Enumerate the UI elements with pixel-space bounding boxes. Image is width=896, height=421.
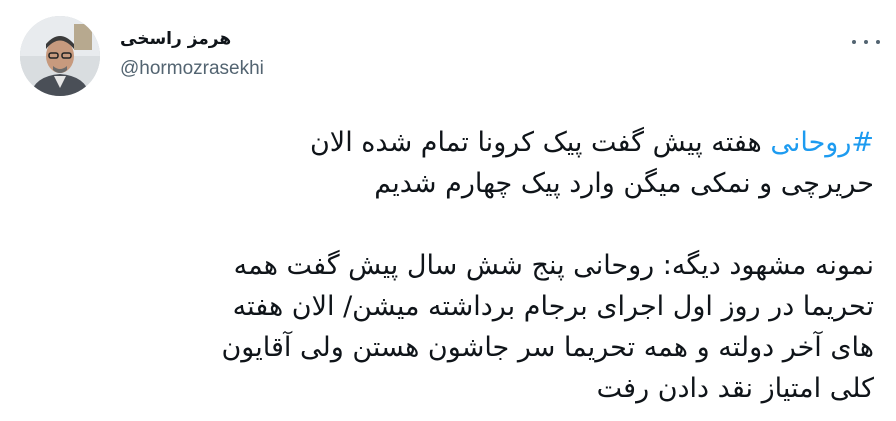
tweet-card: هرمز راسخی @hormozrasekhi #روحانی هفته پ… bbox=[0, 0, 896, 421]
hashtag-link[interactable]: #روحانی bbox=[770, 127, 874, 158]
display-name[interactable]: هرمز راسخی bbox=[120, 28, 264, 50]
tweet-line: حریرچی و نمکی میگن وارد پیک چهارم شدیم bbox=[374, 168, 874, 199]
tweet-line: تحریما در روز اول اجرای برجام برداشته می… bbox=[232, 291, 874, 322]
more-dot bbox=[864, 40, 868, 44]
tweet-line-text: هفته پیش گفت پیک کرونا تمام شده الان bbox=[309, 127, 771, 158]
tweet-line: نمونه مشهود دیگه: روحانی پنج شش سال پیش … bbox=[233, 250, 874, 281]
tweet-line: های آخر دولته و همه تحریما سر جاشون هستن… bbox=[221, 332, 874, 363]
avatar[interactable] bbox=[20, 16, 100, 96]
tweet-header: هرمز راسخی @hormozrasekhi bbox=[20, 16, 880, 96]
more-horizontal-icon[interactable] bbox=[852, 32, 880, 52]
more-dot bbox=[876, 40, 880, 44]
tweet-line: #روحانی هفته پیش گفت پیک کرونا تمام شده … bbox=[54, 122, 874, 163]
avatar-photo bbox=[20, 16, 100, 96]
tweet-line: کلی امتیاز نقد دادن رفت bbox=[596, 373, 874, 404]
more-dot bbox=[852, 40, 856, 44]
handle[interactable]: @hormozrasekhi bbox=[120, 56, 264, 82]
tweet-text: #روحانی هفته پیش گفت پیک کرونا تمام شده … bbox=[54, 122, 874, 409]
user-info: هرمز راسخی @hormozrasekhi bbox=[120, 28, 264, 82]
